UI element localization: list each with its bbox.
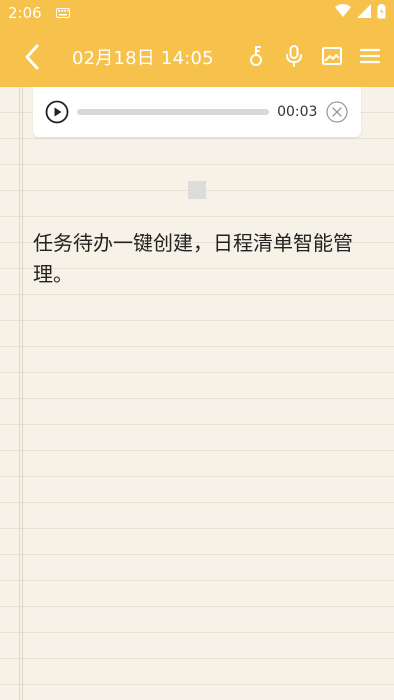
key-button[interactable] [244, 42, 268, 70]
image-placeholder[interactable] [188, 181, 206, 199]
note-body-text[interactable]: 任务待办一键创建，日程清单智能管理。 [33, 228, 383, 290]
key-icon [250, 46, 262, 66]
keyboard-icon [55, 4, 70, 22]
note-date-title: 02月18日 14:05 [72, 48, 214, 69]
wifi-icon [335, 4, 351, 22]
image-icon [322, 47, 342, 65]
insert-image-button[interactable] [320, 42, 344, 70]
record-voice-button[interactable] [282, 42, 306, 70]
play-button[interactable] [45, 100, 69, 124]
menu-icon [360, 48, 380, 64]
margin-line [19, 87, 20, 700]
back-icon [25, 44, 39, 70]
back-button[interactable] [18, 40, 46, 74]
remove-audio-button[interactable] [325, 100, 349, 124]
audio-progress-bar[interactable] [77, 109, 270, 115]
audio-duration: 00:03 [277, 104, 318, 120]
menu-button[interactable] [358, 42, 382, 70]
audio-attachment-card: 00:03 [33, 87, 361, 137]
status-time: 2:06 [8, 4, 42, 22]
note-paper[interactable] [0, 87, 394, 700]
battery-icon [377, 3, 386, 23]
app-bar: 02月18日 14:05 [0, 26, 394, 87]
status-bar: 2:06 [0, 0, 394, 26]
cell-signal-icon [357, 4, 371, 22]
microphone-icon [286, 45, 302, 67]
play-icon [45, 100, 69, 124]
margin-line [22, 87, 23, 700]
close-icon [326, 101, 348, 123]
